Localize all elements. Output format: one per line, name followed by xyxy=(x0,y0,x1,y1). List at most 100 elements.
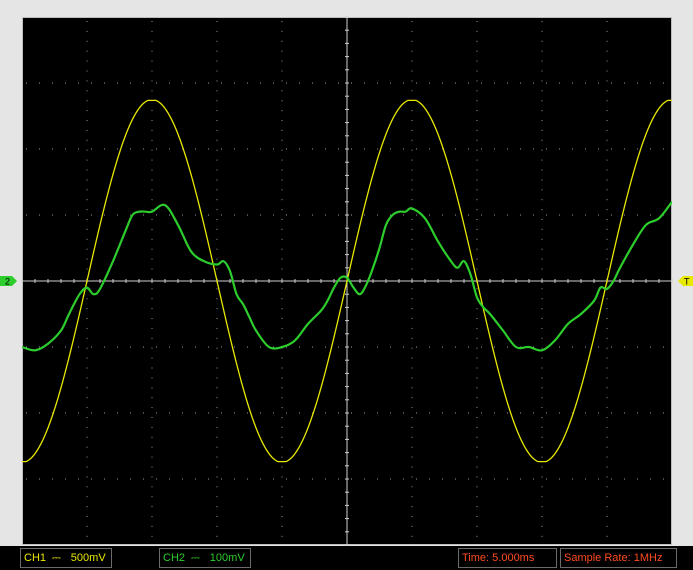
grid-dot xyxy=(86,50,88,52)
timebase-readout[interactable]: Time: 5.000ms xyxy=(458,548,557,568)
grid-dot xyxy=(476,367,478,369)
grid-dot xyxy=(281,70,283,72)
grid-dot xyxy=(151,476,153,478)
grid-dot xyxy=(377,214,378,216)
grid-dot xyxy=(476,60,478,62)
grid-dot xyxy=(65,214,66,216)
grid-dot xyxy=(494,214,495,216)
grid-dot xyxy=(476,248,478,250)
grid-dot xyxy=(377,412,378,414)
grid-dot xyxy=(585,478,586,480)
grid-dot xyxy=(216,50,218,52)
grid-dot xyxy=(390,148,391,150)
grid-dot xyxy=(533,478,534,480)
grid-dot xyxy=(247,82,248,84)
grid-dot xyxy=(151,525,153,527)
grid-dot xyxy=(299,82,300,84)
grid-dot xyxy=(86,159,88,161)
grid-dot xyxy=(520,214,521,216)
grid-dot xyxy=(151,535,153,537)
grid-dot xyxy=(541,298,543,300)
grid-dot xyxy=(507,82,508,84)
grid-dot xyxy=(221,346,222,348)
grid-dot xyxy=(151,50,153,52)
grid-dot xyxy=(468,214,469,216)
grid-dot xyxy=(86,21,88,22)
grid-dot xyxy=(281,80,283,82)
grid-dot xyxy=(606,496,608,498)
grid-dot xyxy=(476,90,478,92)
grid-dot xyxy=(476,159,478,161)
grid-dot xyxy=(143,148,144,150)
grid-dot xyxy=(26,82,27,84)
grid-dot xyxy=(117,148,118,150)
grid-dot xyxy=(281,169,283,171)
grid-dot xyxy=(78,82,79,84)
grid-dot xyxy=(411,407,413,409)
grid-dot xyxy=(216,318,218,319)
grid-dot xyxy=(151,90,153,92)
grid-dot xyxy=(442,82,443,84)
grid-dot xyxy=(606,30,608,32)
grid-dot xyxy=(476,446,478,448)
grid-dot xyxy=(429,214,430,216)
grid-dot xyxy=(416,346,417,348)
grid-dot xyxy=(299,148,300,150)
grid-dot xyxy=(216,456,218,458)
grid-dot xyxy=(541,288,543,290)
grid-dot xyxy=(78,478,79,480)
grid-dot xyxy=(585,412,586,414)
status-bar: CH1 ⎓ 500mV CH2 ⎓ 100mV Time: 5.000ms Sample… xyxy=(0,546,693,570)
grid-dot xyxy=(281,456,283,458)
grid-dot xyxy=(364,82,365,84)
ch1-readout[interactable]: CH1 ⎓ 500mV xyxy=(20,548,112,568)
sample-rate-readout[interactable]: Sample Rate: 1MHz xyxy=(560,548,677,568)
grid-dot xyxy=(455,478,456,480)
grid-dot xyxy=(351,478,352,480)
grid-dot xyxy=(637,412,638,414)
grid-dot xyxy=(338,82,339,84)
grid-dot xyxy=(403,148,404,150)
grid-dot xyxy=(299,412,300,414)
grid-dot xyxy=(541,100,543,102)
ch1-scale: 500mV xyxy=(70,552,106,564)
grid-dot xyxy=(65,346,66,348)
grid-dot xyxy=(442,346,443,348)
grid-dot xyxy=(281,367,283,369)
grid-dot xyxy=(78,214,79,216)
grid-dot xyxy=(216,159,218,161)
grid-dot xyxy=(541,318,543,319)
grid-dot xyxy=(130,478,131,480)
grid-dot xyxy=(411,377,413,379)
grid-dot xyxy=(606,80,608,82)
grid-dot xyxy=(151,347,153,349)
grid-dot xyxy=(156,148,157,150)
grid-dot xyxy=(611,214,612,216)
grid-dot xyxy=(86,347,88,349)
grid-dot xyxy=(312,214,313,216)
grid-dot xyxy=(663,82,664,84)
grid-dot xyxy=(86,228,88,230)
grid-dot xyxy=(151,179,153,181)
grid-dot xyxy=(281,268,283,270)
grid-dot xyxy=(411,417,413,418)
grid-dot xyxy=(606,100,608,102)
grid-dot xyxy=(377,148,378,150)
grid-dot xyxy=(86,308,88,310)
grid-dot xyxy=(541,535,543,537)
grid-dot xyxy=(429,346,430,348)
ch2-readout[interactable]: CH2 ⎓ 100mV xyxy=(159,548,251,568)
grid-dot xyxy=(606,129,608,131)
grid-dot xyxy=(541,110,543,112)
grid-dot xyxy=(403,82,404,84)
grid-dot xyxy=(411,397,413,399)
grid-dot xyxy=(455,82,456,84)
grid-dot xyxy=(281,90,283,92)
ch1-coupling-icon: ⎓ xyxy=(52,552,61,564)
grid-dot xyxy=(585,214,586,216)
grid-dot xyxy=(541,199,543,201)
grid-dot xyxy=(476,377,478,379)
grid-dot xyxy=(650,412,651,414)
grid-dot xyxy=(78,346,79,348)
grid-dot xyxy=(151,30,153,32)
